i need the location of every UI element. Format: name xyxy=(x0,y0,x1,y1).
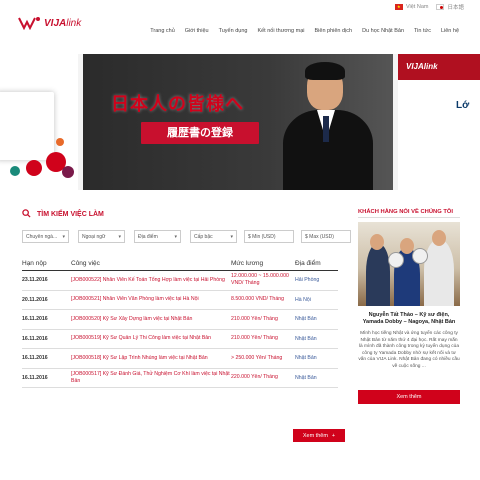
filter-specialty[interactable]: Chuyên ngà... ▾ xyxy=(22,230,69,243)
banner-right-logo: VIJAlink xyxy=(406,62,438,71)
table-row: 23.11.2016 [JOB000522] Nhân Viên Kế Toán… xyxy=(22,271,338,291)
row-salary: 220.000 Yên/ Tháng xyxy=(231,374,278,381)
decor-dot xyxy=(10,166,20,176)
filter-language[interactable]: Ngoại ngữ ▾ xyxy=(78,230,125,243)
businessman-image xyxy=(283,62,373,190)
vietnam-flag-icon xyxy=(394,4,403,10)
testimonial-name: Nguyễn Tất Thảo – Kỹ sư điện, Yamada Dob… xyxy=(362,312,456,325)
decor-dot xyxy=(62,166,74,178)
nav-about[interactable]: Giới thiệu xyxy=(180,28,214,34)
language-bar: Việt Nam 日本語 xyxy=(394,3,464,11)
testimonial-photo xyxy=(358,222,460,306)
row-salary: 210.000 Yên/ Tháng xyxy=(231,315,278,322)
salary-max-input[interactable]: $ Max (USD) xyxy=(301,230,351,243)
main-nav: Trang chủ Giới thiệu Tuyển dụng Kết nối … xyxy=(145,28,464,34)
chevron-down-icon: ▾ xyxy=(174,234,177,240)
nav-study-japan[interactable]: Du học Nhật Bản xyxy=(357,28,409,34)
lang-japanese[interactable]: 日本語 xyxy=(436,3,464,11)
lang-vietnamese-label: Việt Nam xyxy=(405,4,429,10)
salary-min-input[interactable]: $ Min (USD) xyxy=(244,230,294,243)
row-job-link[interactable]: [JOB000521] Nhân Viên Văn Phòng làm việc… xyxy=(71,296,231,303)
divider xyxy=(358,217,460,218)
banner-register-button[interactable]: 履歴書の登録 xyxy=(141,122,259,144)
logo-text: VIJAlink xyxy=(44,17,82,29)
nav-news[interactable]: Tin tức xyxy=(409,28,436,34)
row-salary: 12.000.000 ~ 15.000.000 VND/ Tháng xyxy=(231,273,289,287)
job-table-header: Hạn nộp Công việc Mức lương Địa điểm xyxy=(22,257,338,271)
jobs-see-more-label: Xem thêm xyxy=(302,432,328,439)
job-search-title: TÌM KIẾM VIỆC LÀM xyxy=(37,211,104,218)
table-row: 20.11.2016 [JOB000521] Nhân Viên Văn Phò… xyxy=(22,291,338,310)
row-salary: 210.000 Yên/ Tháng xyxy=(231,335,278,342)
row-location[interactable]: Hà Nội xyxy=(295,297,338,303)
lang-vietnamese[interactable]: Việt Nam xyxy=(394,4,429,10)
nav-contact[interactable]: Liên hệ xyxy=(436,28,464,34)
decor-dot xyxy=(26,160,42,176)
table-row: 16.11.2016 [JOB000518] Kỹ Sư Lập Trình N… xyxy=(22,349,338,369)
testimonial-text: Mình học tiếng Nhật và ứng tuyển các côn… xyxy=(358,331,460,369)
filter-location[interactable]: Địa điểm ▾ xyxy=(134,230,181,243)
row-salary: 8.500.000 VND/ Tháng xyxy=(231,296,284,303)
table-row: 16.11.2016 [JOB000519] Kỹ Sư Quản Lý Thi… xyxy=(22,330,338,349)
job-table: Hạn nộp Công việc Mức lương Địa điểm 23.… xyxy=(22,257,338,388)
row-job-link[interactable]: [JOB000518] Kỹ Sư Lập Trình Nhúng làm vi… xyxy=(71,355,231,362)
row-salary: > 250.000 Yên/ Tháng xyxy=(231,354,283,361)
chevron-down-icon: ▾ xyxy=(118,234,121,240)
hero-banner: 日本人の皆様へ 履歴書の登録 VIJAlink Lớ xyxy=(0,54,480,190)
table-row: 16.11.2016 [JOB000520] Kỹ Sư Xây Dựng là… xyxy=(22,310,338,330)
row-deadline: 23.11.2016 xyxy=(22,277,48,284)
header-deadline: Hạn nộp xyxy=(22,260,47,267)
row-job-link[interactable]: [JOB000517] Kỹ Sư Đánh Giá, Thử Nghiệm C… xyxy=(71,371,231,385)
chevron-down-icon: ▾ xyxy=(230,234,233,240)
banner-right-text: Lớ xyxy=(456,100,470,111)
jobs-see-more-button[interactable]: Xem thêm + xyxy=(293,429,345,442)
plus-icon: + xyxy=(331,432,336,439)
row-job-link[interactable]: [JOB000520] Kỹ Sư Xây Dựng làm việc tại … xyxy=(71,316,231,323)
banner-card xyxy=(0,92,54,160)
header-job: Công việc xyxy=(71,260,100,267)
banner-left-slide[interactable] xyxy=(0,54,78,190)
testimonial-see-more-button[interactable]: Xem thêm xyxy=(358,390,460,404)
row-job-link[interactable]: [JOB000522] Nhân Viên Kế Toán Tổng Hợp l… xyxy=(71,277,231,284)
nav-recruitment[interactable]: Tuyển dụng xyxy=(214,28,253,34)
nav-translation[interactable]: Biên phiên dịch xyxy=(310,28,358,34)
banner-jp-title: 日本人の皆様へ xyxy=(111,94,244,114)
row-deadline: 16.11.2016 xyxy=(22,316,48,323)
row-location[interactable]: Nhật Bản xyxy=(295,336,338,342)
table-row: 16.11.2016 [JOB000517] Kỹ Sư Đánh Giá, T… xyxy=(22,369,338,388)
banner-main-slide[interactable]: 日本人の皆様へ 履歴書の登録 xyxy=(83,54,393,190)
nav-trade[interactable]: Kết nối thương mại xyxy=(252,28,309,34)
page: Việt Nam 日本語 VIJAlink Trang chủ Giới thi… xyxy=(0,0,480,480)
row-location[interactable]: Nhật Bản xyxy=(295,375,338,381)
search-icon xyxy=(22,209,31,220)
japan-flag-icon xyxy=(436,4,445,10)
filter-level[interactable]: Cấp bậc ▾ xyxy=(190,230,237,243)
header-salary: Mức lương xyxy=(231,260,264,267)
row-deadline: 16.11.2016 xyxy=(22,374,48,381)
row-location[interactable]: Nhật Bản xyxy=(295,355,338,361)
decor-dot xyxy=(56,138,64,146)
row-location[interactable]: Nhật Bản xyxy=(295,316,338,322)
row-deadline: 16.11.2016 xyxy=(22,355,48,362)
banner-right-slide[interactable]: VIJAlink Lớ xyxy=(398,54,480,190)
site-logo[interactable]: VIJAlink xyxy=(18,16,81,30)
job-filters: Chuyên ngà... ▾ Ngoại ngữ ▾ Địa điểm ▾ Cấp … xyxy=(22,230,351,243)
job-search-heading: TÌM KIẾM VIỆC LÀM xyxy=(22,209,104,220)
header-location: Địa điểm xyxy=(295,260,321,267)
row-location[interactable]: Hải Phòng xyxy=(295,277,338,283)
chevron-down-icon: ▾ xyxy=(62,234,65,240)
testimonial-title: KHÁCH HÀNG NÓI VỀ CHÚNG TÔI xyxy=(358,209,454,215)
logo-mark-icon xyxy=(18,17,40,30)
row-deadline: 20.11.2016 xyxy=(22,296,48,303)
lang-japanese-label: 日本語 xyxy=(447,5,464,11)
row-job-link[interactable]: [JOB000519] Kỹ Sư Quản Lý Thi Công làm v… xyxy=(71,335,231,342)
row-deadline: 16.11.2016 xyxy=(22,335,48,342)
nav-home[interactable]: Trang chủ xyxy=(145,28,180,34)
